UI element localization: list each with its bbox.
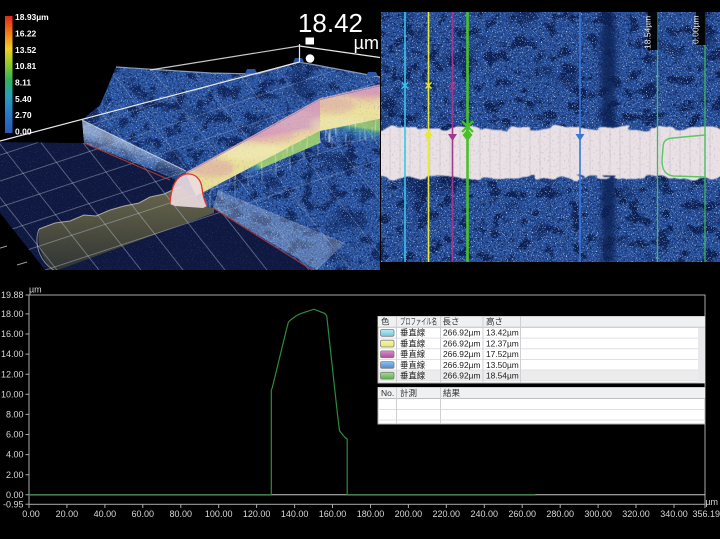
svg-text:13.42µm: 13.42µm: [486, 328, 519, 338]
svg-text:356.19: 356.19: [692, 509, 720, 519]
svg-text:266.92µm: 266.92µm: [443, 360, 480, 370]
svg-text:340.00: 340.00: [660, 509, 688, 519]
svg-text:18.93µm: 18.93µm: [15, 12, 49, 22]
svg-text:160.00: 160.00: [319, 509, 347, 519]
svg-text:266.92µm: 266.92µm: [443, 349, 480, 359]
svg-text:0.00: 0.00: [22, 509, 40, 519]
svg-text:266.92µm: 266.92µm: [443, 338, 480, 348]
svg-text:240.00: 240.00: [471, 509, 499, 519]
svg-text:2.70: 2.70: [15, 110, 32, 120]
svg-text:0.00: 0.00: [6, 490, 24, 500]
svg-text:100.00: 100.00: [205, 509, 233, 519]
svg-text:5.40: 5.40: [15, 94, 32, 104]
svg-text:12.00: 12.00: [1, 369, 24, 379]
svg-text:20.00: 20.00: [56, 509, 79, 519]
svg-text:垂直線: 垂直線: [400, 360, 426, 370]
svg-text:No.: No.: [381, 388, 394, 398]
svg-text:260.00: 260.00: [508, 509, 536, 519]
svg-text:µm: µm: [354, 33, 379, 53]
svg-text:6.00: 6.00: [6, 430, 24, 440]
svg-text:16.22: 16.22: [15, 29, 37, 39]
svg-text:266.92µm: 266.92µm: [443, 328, 480, 338]
svg-text:垂直線: 垂直線: [400, 338, 426, 348]
svg-text:8.11: 8.11: [15, 78, 31, 88]
svg-text:色: 色: [381, 317, 390, 327]
svg-text:220.00: 220.00: [433, 509, 461, 519]
svg-text:µm: µm: [29, 285, 42, 295]
svg-text:280.00: 280.00: [546, 509, 574, 519]
svg-text:13.52: 13.52: [15, 45, 37, 55]
svg-text:266.92µm: 266.92µm: [443, 371, 480, 381]
svg-text:0.00: 0.00: [15, 127, 32, 137]
svg-text:13.50µm: 13.50µm: [486, 360, 519, 370]
svg-text:320.00: 320.00: [622, 509, 650, 519]
svg-text:長さ: 長さ: [443, 317, 460, 327]
svg-text:18.00: 18.00: [1, 309, 24, 319]
svg-text:200.00: 200.00: [395, 509, 423, 519]
svg-text:8.00: 8.00: [6, 410, 24, 420]
svg-text:10.81: 10.81: [15, 61, 37, 71]
svg-text:16.00: 16.00: [1, 329, 24, 339]
svg-text:0.00µm: 0.00µm: [691, 15, 701, 44]
svg-text:80.00: 80.00: [170, 509, 193, 519]
svg-text:60.00: 60.00: [132, 509, 155, 519]
svg-text:4.00: 4.00: [6, 450, 24, 460]
svg-text:12.37µm: 12.37µm: [486, 338, 519, 348]
svg-text:垂直線: 垂直線: [400, 371, 426, 381]
svg-text:-0.95: -0.95: [3, 499, 24, 509]
svg-text:計測: 計測: [400, 388, 417, 398]
svg-text:10.00: 10.00: [1, 389, 24, 399]
svg-text:18.54µm: 18.54µm: [643, 16, 653, 49]
svg-text:40.00: 40.00: [94, 509, 117, 519]
svg-text:300.00: 300.00: [584, 509, 612, 519]
svg-text:垂直線: 垂直線: [400, 328, 426, 338]
svg-text:17.52µm: 17.52µm: [486, 349, 519, 359]
svg-text:プロファイル名: プロファイル名: [400, 317, 437, 327]
svg-text:18.54µm: 18.54µm: [486, 371, 519, 381]
svg-text:19.88: 19.88: [1, 290, 24, 300]
svg-text:µm: µm: [705, 497, 718, 507]
svg-text:垂直線: 垂直線: [400, 349, 426, 359]
svg-text:140.00: 140.00: [281, 509, 309, 519]
svg-text:14.00: 14.00: [1, 349, 24, 359]
svg-text:高さ: 高さ: [486, 317, 503, 327]
svg-text:180.00: 180.00: [357, 509, 385, 519]
svg-text:120.00: 120.00: [243, 509, 271, 519]
svg-text:結果: 結果: [443, 388, 461, 398]
svg-text:2.00: 2.00: [6, 470, 24, 480]
